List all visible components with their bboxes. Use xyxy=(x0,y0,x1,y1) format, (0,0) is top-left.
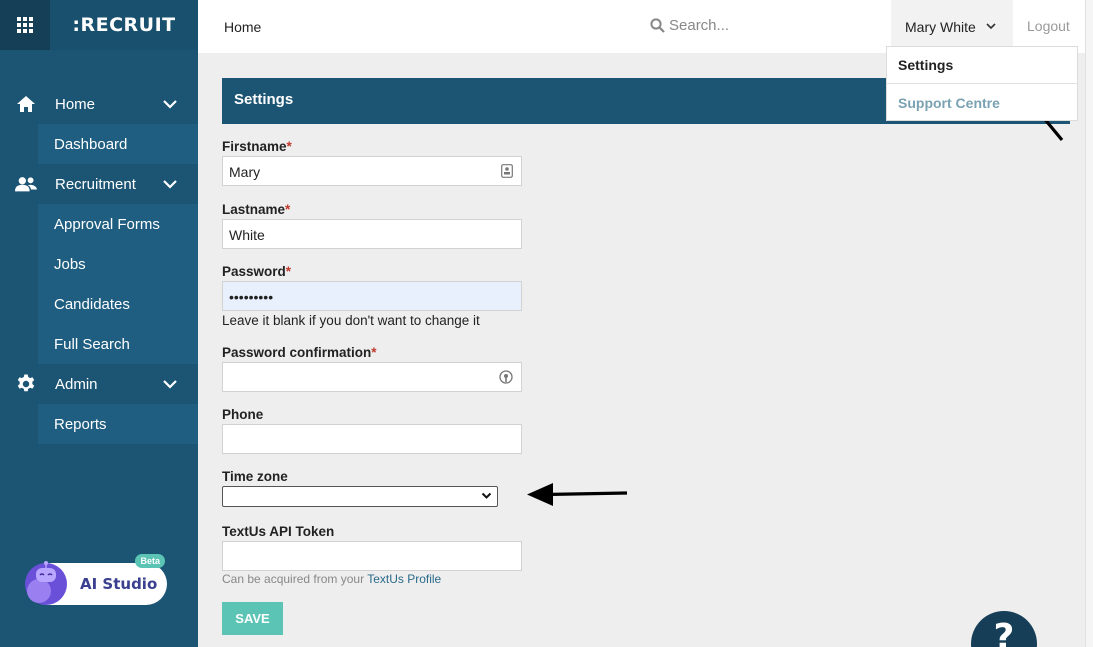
search-icon xyxy=(650,18,665,33)
sidebar-group-label: Admin xyxy=(55,375,98,393)
grid-icon xyxy=(17,17,33,33)
sidebar-item-candidates[interactable]: Candidates xyxy=(38,284,198,324)
password-confirmation-field[interactable] xyxy=(222,362,522,392)
firstname-label: Firstname* xyxy=(222,139,292,154)
sidebar-group-home[interactable]: Home xyxy=(0,84,198,124)
firstname-field[interactable]: Mary xyxy=(222,156,522,186)
time-zone-select[interactable] xyxy=(222,486,498,507)
arrow-annotation-icon xyxy=(527,483,628,506)
ai-robot-icon xyxy=(25,561,67,605)
help-button[interactable]: ? xyxy=(971,611,1037,647)
chevron-down-icon xyxy=(163,100,177,109)
sidebar-group-label: Home xyxy=(55,95,96,113)
textus-token-field[interactable] xyxy=(222,541,522,571)
logout-link[interactable]: Logout xyxy=(1027,18,1070,34)
time-zone-label: Time zone xyxy=(222,469,288,484)
textus-profile-link[interactable]: TextUs Profile xyxy=(367,572,441,586)
textus-token-hint: Can be acquired from your TextUs Profile xyxy=(222,572,442,586)
sidebar-group-recruitment[interactable]: Recruitment xyxy=(0,164,198,204)
dropdown-item-support-centre[interactable]: Support Centre xyxy=(887,84,1077,121)
sidebar-group-label: Recruitment xyxy=(55,175,136,193)
search-box[interactable]: Search... xyxy=(650,17,729,34)
phone-field[interactable] xyxy=(222,424,522,454)
contact-card-icon xyxy=(501,164,513,178)
phone-label: Phone xyxy=(222,407,264,422)
sidebar-nav: Home Dashboard Recruitment Approval Form… xyxy=(0,84,198,444)
lastname-field[interactable]: White xyxy=(222,219,522,249)
chevron-down-icon xyxy=(481,492,492,499)
textus-token-label: TextUs API Token xyxy=(222,524,335,539)
gear-icon xyxy=(15,373,37,395)
password-confirmation-label: Password confirmation* xyxy=(222,345,377,360)
password-hint: Leave it blank if you don't want to chan… xyxy=(222,313,480,328)
firstname-value: Mary xyxy=(229,164,261,180)
chevron-down-icon xyxy=(163,180,177,189)
brand-row: :RECRUIT xyxy=(0,0,198,50)
chevron-down-icon xyxy=(986,23,996,30)
user-dropdown-menu: Settings Support Centre xyxy=(886,46,1078,121)
password-label: Password* xyxy=(222,264,292,279)
password-manager-icon xyxy=(499,370,513,384)
ai-studio-label: AI Studio xyxy=(80,575,158,593)
sidebar-item-reports[interactable]: Reports xyxy=(38,404,198,444)
sidebar-item-full-search[interactable]: Full Search xyxy=(38,324,198,364)
lastname-value: White xyxy=(229,227,265,243)
sidebar-item-jobs[interactable]: Jobs xyxy=(38,244,198,284)
sidebar-group-admin[interactable]: Admin xyxy=(0,364,198,404)
chevron-down-icon xyxy=(163,380,177,389)
ai-studio-button[interactable]: AI Studio Beta xyxy=(25,554,167,605)
scrollbar[interactable] xyxy=(1085,0,1093,647)
sidebar: :RECRUIT Home Dashboard Recruitment Appr… xyxy=(0,0,198,647)
app-grid-button[interactable] xyxy=(0,0,50,50)
save-button[interactable]: SAVE xyxy=(222,602,283,635)
search-input[interactable]: Search... xyxy=(669,17,729,34)
lastname-label: Lastname* xyxy=(222,202,291,217)
user-name: Mary White xyxy=(905,18,976,35)
dropdown-item-settings[interactable]: Settings xyxy=(887,47,1077,84)
brand-logo[interactable]: :RECRUIT xyxy=(50,14,198,36)
sidebar-item-approval-forms[interactable]: Approval Forms xyxy=(38,204,198,244)
breadcrumb[interactable]: Home xyxy=(224,19,261,35)
password-value: ••••••••• xyxy=(229,289,274,305)
beta-badge: Beta xyxy=(135,554,165,568)
sidebar-item-dashboard[interactable]: Dashboard xyxy=(38,124,198,164)
home-icon xyxy=(15,93,37,115)
password-field[interactable]: ••••••••• xyxy=(222,281,522,311)
people-icon xyxy=(15,173,37,195)
